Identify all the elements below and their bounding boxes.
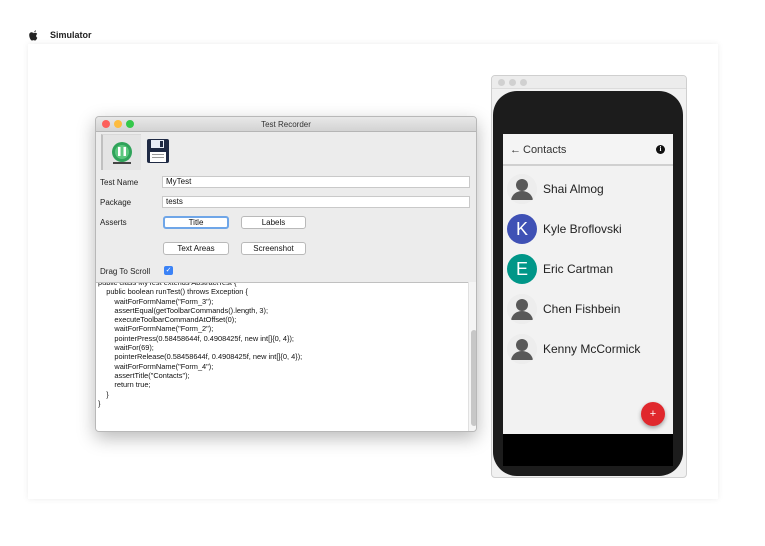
person-icon [507, 334, 537, 364]
screen: Simulator Test Recorder Test Name MyTest… [0, 0, 765, 546]
simulator-window: ← Contacts i Shai Almog K Kyle Broflovski E E… [491, 75, 687, 478]
person-icon [507, 174, 537, 204]
code-line: pointerPress(0.58458644f, 0.4908425f, ne… [98, 333, 294, 343]
code-line: waitForFormName("Form_3"); [98, 296, 214, 306]
package-field[interactable]: tests [162, 196, 470, 208]
menu-bar: Simulator [28, 27, 718, 43]
contact-avatar: K [507, 214, 537, 244]
code-line: assertEqual(getToolbarCommands().length,… [98, 305, 269, 315]
contact-row[interactable]: K Kyle Broflovski [507, 212, 622, 246]
recorder-toolbar [96, 132, 476, 172]
contact-row[interactable]: Shai Almog [507, 172, 604, 206]
menu-app-name[interactable]: Simulator [50, 30, 92, 40]
asserts-label: Asserts [100, 218, 127, 227]
record-button[interactable] [101, 134, 141, 170]
code-line: pointerRelease(0.58458644f, 0.4908425f, … [98, 352, 303, 362]
test-recorder-window: Test Recorder Test Name MyTest Package t… [95, 116, 477, 432]
contacts-appbar: ← Contacts i [503, 134, 673, 166]
contact-name: Kyle Broflovski [543, 222, 622, 236]
test-name-label: Test Name [100, 178, 139, 187]
assert-title-button[interactable]: Title [163, 216, 229, 229]
code-line: waitForFormName("Form_4"); [98, 361, 214, 371]
code-line: return true; [98, 380, 151, 390]
code-line: } [98, 389, 109, 399]
assert-labels-button[interactable]: Labels [241, 216, 306, 229]
contact-name: Shai Almog [543, 182, 604, 196]
code-lines: public class MyTest extends AbstractTest… [98, 283, 468, 408]
simulator-titlebar [492, 76, 686, 89]
contact-row[interactable]: Chen Fishbein [507, 292, 620, 326]
record-icon [112, 141, 132, 164]
code-editor[interactable]: public class MyTest extends AbstractTest… [96, 282, 468, 431]
code-line: waitFor(69); [98, 343, 154, 353]
apple-icon[interactable] [28, 29, 38, 41]
code-scrollbar[interactable] [468, 282, 476, 431]
save-button[interactable] [144, 136, 172, 166]
simulator-window-controls [498, 79, 527, 86]
contact-row[interactable]: E Eric Cartman [507, 252, 613, 286]
phone-frame: ← Contacts i Shai Almog K Kyle Broflovski E E… [493, 91, 683, 476]
sim-zoom-button[interactable] [520, 79, 527, 86]
contact-avatar: E [507, 254, 537, 284]
assert-text-areas-button[interactable]: Text Areas [163, 242, 229, 255]
person-icon [507, 294, 537, 324]
code-line: assertTitle("Contacts"); [98, 370, 190, 380]
drag-to-scroll-label: Drag To Scroll [100, 267, 151, 276]
back-arrow-icon[interactable]: ← [510, 144, 521, 156]
recorder-window-title: Test Recorder [261, 120, 311, 129]
package-label: Package [100, 198, 132, 207]
contact-name: Eric Cartman [543, 262, 614, 276]
sim-close-button[interactable] [498, 79, 505, 86]
code-line: public boolean runTest() throws Exceptio… [98, 287, 248, 297]
phone-screen: ← Contacts i Shai Almog K Kyle Broflovski E E… [503, 134, 673, 434]
add-contact-button[interactable]: + [641, 402, 665, 426]
contact-name: Kenny McCormick [543, 342, 641, 356]
close-window-button[interactable] [102, 120, 110, 128]
code-line: waitForFormName("Form_2"); [98, 324, 214, 334]
info-icon[interactable]: i [656, 145, 665, 154]
code-line: } [98, 398, 101, 408]
window-controls [102, 120, 134, 128]
floppy-disk-icon [147, 139, 169, 163]
phone-nav-area [503, 434, 673, 466]
drag-to-scroll-checkbox[interactable]: ✓ [164, 266, 173, 275]
zoom-window-button[interactable] [126, 120, 134, 128]
minimize-window-button[interactable] [114, 120, 122, 128]
contacts-title: Contacts [523, 144, 567, 156]
screenshot-button[interactable]: Screenshot [241, 242, 306, 255]
code-scrollbar-thumb[interactable] [471, 330, 476, 426]
contact-row[interactable]: Kenny McCormick [507, 332, 640, 366]
test-name-field[interactable]: MyTest [162, 176, 470, 188]
code-line: executeToolbarCommandAtOffset(0); [98, 315, 237, 325]
recorder-titlebar: Test Recorder [96, 117, 476, 132]
contact-name: Chen Fishbein [543, 302, 621, 316]
sim-minimize-button[interactable] [509, 79, 516, 86]
